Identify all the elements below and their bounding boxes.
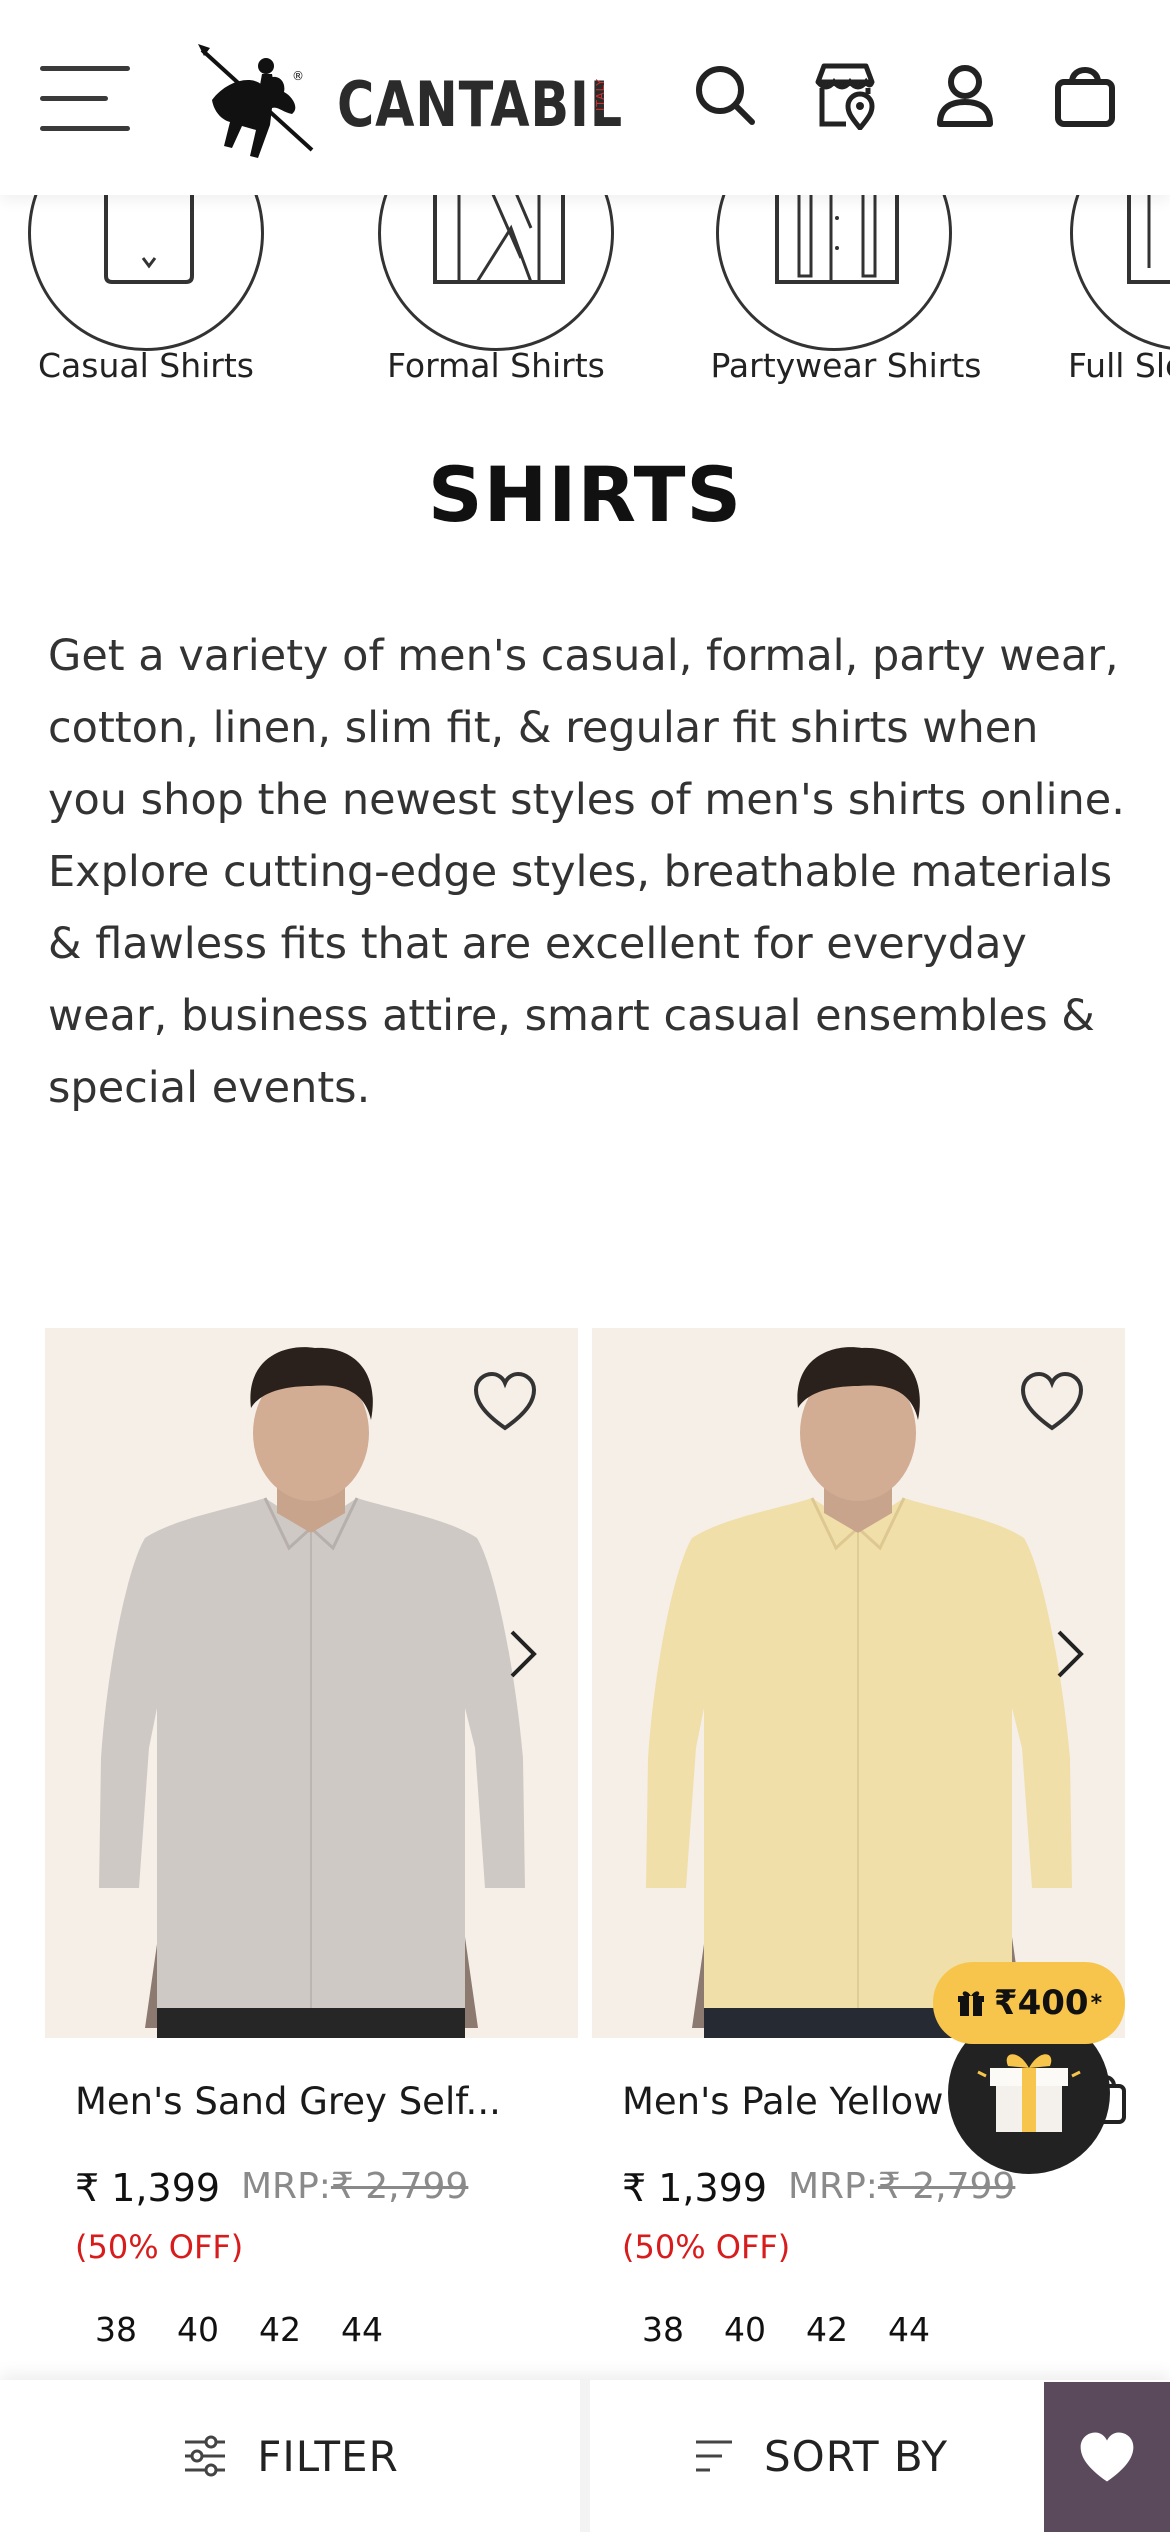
category-label: Partywear Shirts [710,346,982,385]
size-option[interactable]: 40 [704,2310,786,2349]
page-title: SHIRTS [427,450,743,539]
category-label: Full Sle [1068,346,1170,385]
image-next-chevron-icon[interactable] [1049,1624,1089,1684]
account-icon[interactable] [930,60,1000,130]
mrp-value: ₹ 2,799 [330,2166,469,2207]
product-name[interactable]: Men's Sand Grey Self... [75,2080,555,2123]
horse-rider-logo-icon: ® [198,44,314,158]
mrp-label: MRP: [788,2166,878,2207]
wishlist-filled-heart-icon [1080,2432,1134,2482]
sort-label: SORT BY [763,2431,949,2481]
svg-text:®: ® [292,69,304,83]
product-card[interactable]: Men's Sand Grey Self... ₹ 1,399 MRP:₹ 2,… [45,1328,578,2378]
search-icon[interactable] [690,60,760,130]
discount-label: (50% OFF) [622,2228,791,2266]
brand-logo[interactable]: ® CANTABIL ITALY [192,30,622,165]
cart-bag-icon[interactable] [1050,60,1120,130]
gift-small-icon [957,1991,984,2016]
category-label: Formal Shirts [387,346,605,385]
filter-button[interactable]: FILTER [0,2380,580,2532]
sort-lines-icon [695,2440,732,2472]
wishlist-heart-icon[interactable] [470,1368,540,1438]
product-name[interactable]: Men's Pale Yellow S [622,2080,982,2123]
size-option[interactable]: 44 [321,2310,403,2349]
discount-label: (50% OFF) [75,2228,244,2266]
wishlist-heart-icon[interactable] [1017,1368,1087,1438]
menu-icon[interactable] [40,66,130,132]
size-option[interactable]: 38 [622,2310,704,2349]
gift-amount: ₹400 [993,1983,1089,2023]
product-image[interactable] [45,1328,578,2038]
product-image[interactable] [592,1328,1125,2038]
size-option[interactable]: 40 [157,2310,239,2349]
product-price: ₹ 1,399 [75,2166,221,2210]
gift-asterisk: * [1090,1990,1103,2016]
product-mrp: MRP:₹ 2,799 [241,2166,468,2207]
image-next-chevron-icon[interactable] [502,1624,542,1684]
size-options: 38 40 42 44 [75,2310,403,2349]
product-card[interactable]: Men's Pale Yellow S ₹ 1,399 MRP:₹ 2,799 … [592,1328,1126,2378]
filter-label: FILTER [257,2431,399,2481]
bottom-action-bar: FILTER SORT BY [0,2380,1170,2532]
category-label: Casual Shirts [38,346,254,385]
brand-sub: ITALY [594,78,607,112]
size-option[interactable]: 42 [786,2310,868,2349]
brand-name: CANTABIL [337,68,623,141]
bottom-bar-divider [580,2380,590,2532]
top-header: ® CANTABIL ITALY [0,0,1170,195]
wishlist-floating-button[interactable] [1044,2382,1170,2532]
size-option[interactable]: 38 [75,2310,157,2349]
size-option[interactable]: 42 [239,2310,321,2349]
mrp-label: MRP: [241,2166,331,2207]
category-description: Get a variety of men's casual, formal, p… [48,631,1125,1113]
size-option[interactable]: 44 [868,2310,950,2349]
size-options: 38 40 42 44 [622,2310,950,2349]
sort-button[interactable]: SORT BY [590,2380,1050,2532]
filter-sliders-icon [185,2435,226,2477]
gift-amount-badge[interactable]: ₹400 * [933,1962,1125,2044]
product-price: ₹ 1,399 [622,2166,768,2210]
store-locator-icon[interactable] [810,60,880,132]
